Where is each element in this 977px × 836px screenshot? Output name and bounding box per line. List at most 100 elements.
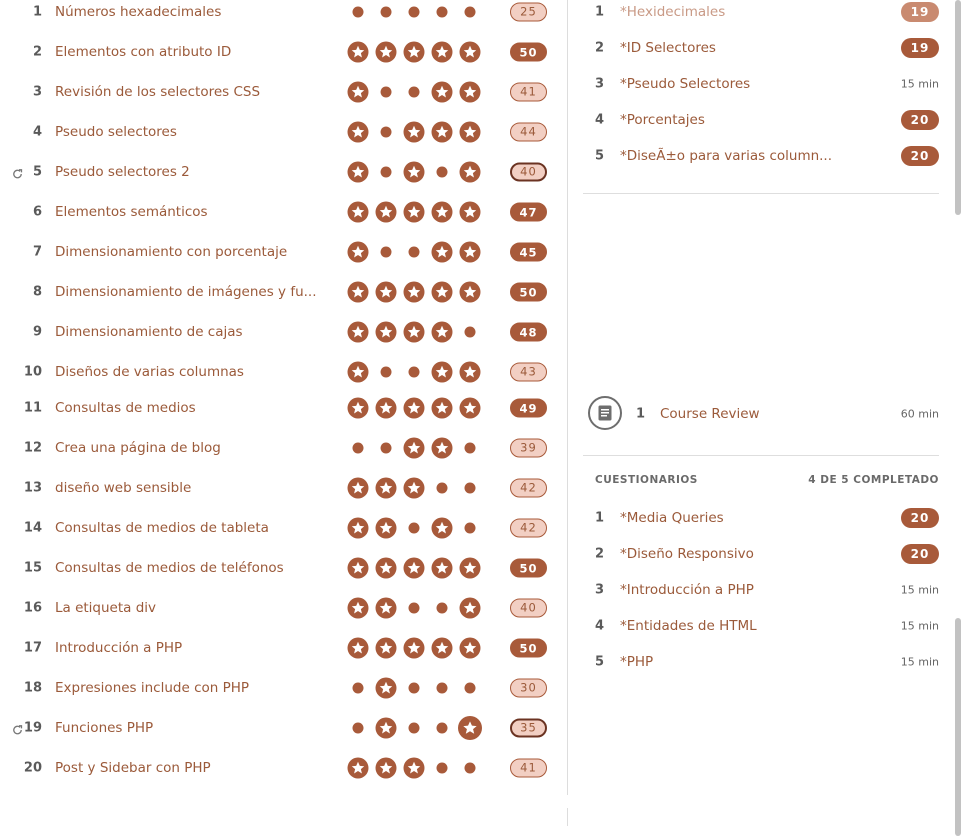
practice-title[interactable]: *Hexidecimales	[620, 4, 725, 20]
lesson-stars	[346, 80, 486, 104]
lesson-title[interactable]: Consultas de medios de teléfonos	[55, 560, 284, 576]
lesson-stars	[346, 120, 486, 144]
lesson-title[interactable]: Dimensionamiento de imágenes y fu...	[55, 284, 317, 300]
course-review-row[interactable]: 1 Course Review 60 min	[583, 396, 939, 432]
score-badge: 50	[510, 558, 547, 578]
practice-number: 4	[595, 112, 605, 128]
lesson-title[interactable]: Dimensionamiento con porcentaje	[55, 244, 287, 260]
star-icon	[458, 716, 482, 740]
lesson-title[interactable]: Elementos semánticos	[55, 204, 208, 220]
lesson-title[interactable]: Consultas de medios de tableta	[55, 520, 269, 536]
star-icon	[375, 477, 397, 499]
lesson-title[interactable]: Números hexadecimales	[55, 4, 221, 20]
practice-title[interactable]: *Pseudo Selectores	[620, 76, 750, 92]
empty-star-dot	[464, 682, 476, 694]
lesson-number: 18	[23, 680, 42, 696]
lesson-row[interactable]: 1 Números hexadecimales 25	[0, 0, 567, 32]
review-title[interactable]: Course Review	[660, 406, 760, 422]
lesson-title[interactable]: Pseudo selectores	[55, 124, 177, 140]
empty-star-dot	[464, 442, 476, 454]
star-icon	[375, 201, 397, 223]
quiz-row[interactable]: 3 *Introducción a PHP 15 min	[583, 572, 939, 608]
practice-score-badge: 19	[901, 38, 939, 58]
lesson-row[interactable]: 7 Dimensionamiento con porcentaje 45	[0, 232, 567, 272]
lesson-title[interactable]: Elementos con atributo ID	[55, 44, 231, 60]
lesson-row[interactable]: 14 Consultas de medios de tableta 42	[0, 508, 567, 548]
lesson-title[interactable]: Post y Sidebar con PHP	[55, 760, 211, 776]
practice-row[interactable]: 1 *Hexidecimales 19	[583, 0, 939, 30]
quiz-row[interactable]: 2 *Diseño Responsivo 20	[583, 536, 939, 572]
quiz-title[interactable]: *Introducción a PHP	[620, 582, 754, 598]
lesson-row[interactable]: 19 Funciones PHP 35	[0, 708, 567, 748]
lesson-title[interactable]: diseño web sensible	[55, 480, 191, 496]
practice-title[interactable]: *DiseÃ±o para varias column...	[620, 148, 832, 164]
lesson-title[interactable]: Introducción a PHP	[55, 640, 182, 656]
practice-score-badge: 19	[901, 2, 939, 22]
quiz-title[interactable]: *Entidades de HTML	[620, 618, 757, 634]
lesson-title[interactable]: Crea una página de blog	[55, 440, 221, 456]
star-icon	[431, 397, 453, 419]
star-icon	[459, 281, 481, 303]
lesson-row[interactable]: 9 Dimensionamiento de cajas 48	[0, 312, 567, 352]
lesson-stars	[346, 200, 486, 224]
score-badge: 45	[510, 242, 547, 262]
lesson-row[interactable]: 11 Consultas de medios 49	[0, 388, 567, 428]
lesson-number: 7	[32, 244, 42, 260]
lesson-row[interactable]: 20 Post y Sidebar con PHP 41	[0, 748, 567, 788]
lesson-title[interactable]: Consultas de medios	[55, 400, 196, 416]
practice-title[interactable]: *Porcentajes	[620, 112, 705, 128]
lesson-number: 11	[23, 400, 42, 416]
lesson-row[interactable]: 15 Consultas de medios de teléfonos 50	[0, 548, 567, 588]
lesson-title[interactable]: Funciones PHP	[55, 720, 153, 736]
retry-icon[interactable]	[11, 166, 24, 179]
quiz-score-badge: 20	[901, 508, 939, 528]
lesson-row[interactable]: 18 Expresiones include con PHP 30	[0, 668, 567, 708]
star-icon	[375, 597, 397, 619]
star-icon	[375, 717, 397, 739]
quiz-title[interactable]: *Diseño Responsivo	[620, 546, 754, 562]
lesson-row[interactable]: 16 La etiqueta div 40	[0, 588, 567, 628]
star-icon	[347, 161, 369, 183]
lesson-title[interactable]: Pseudo selectores 2	[55, 164, 190, 180]
lesson-number: 16	[23, 600, 42, 616]
lesson-title[interactable]: Dimensionamiento de cajas	[55, 324, 243, 340]
lesson-row[interactable]: 2 Elementos con atributo ID 50	[0, 32, 567, 72]
scrollbar-thumb-bottom[interactable]	[955, 618, 961, 836]
practice-row[interactable]: 3 *Pseudo Selectores 15 min	[583, 66, 939, 102]
lesson-row[interactable]: 8 Dimensionamiento de imágenes y fu... 50	[0, 272, 567, 312]
retry-icon[interactable]	[11, 722, 24, 735]
lesson-title[interactable]: La etiqueta div	[55, 600, 156, 616]
quiz-row[interactable]: 4 *Entidades de HTML 15 min	[583, 608, 939, 644]
quiz-title[interactable]: *Media Queries	[620, 510, 724, 526]
lesson-row[interactable]: 17 Introducción a PHP 50	[0, 628, 567, 668]
practice-row[interactable]: 2 *ID Selectores 19	[583, 30, 939, 66]
star-icon	[375, 397, 397, 419]
practice-score-badge: 20	[901, 110, 939, 130]
lesson-title[interactable]: Expresiones include con PHP	[55, 680, 249, 696]
score-badge: 44	[510, 122, 547, 142]
lesson-title[interactable]: Revisión de los selectores CSS	[55, 84, 260, 100]
empty-star-dot	[464, 482, 476, 494]
lesson-row[interactable]: 13 diseño web sensible 42	[0, 468, 567, 508]
quiz-row[interactable]: 5 *PHP 15 min	[583, 644, 939, 680]
empty-star-dot	[408, 722, 420, 734]
empty-star-dot	[464, 326, 476, 338]
lesson-row[interactable]: 3 Revisión de los selectores CSS 41	[0, 72, 567, 112]
lesson-row[interactable]: 4 Pseudo selectores 44	[0, 112, 567, 152]
lesson-row[interactable]: 6 Elementos semánticos 47	[0, 192, 567, 232]
quiz-row[interactable]: 1 *Media Queries 20	[583, 500, 939, 536]
star-icon	[459, 41, 481, 63]
practice-row[interactable]: 4 *Porcentajes 20	[583, 102, 939, 138]
lesson-stars	[346, 676, 486, 700]
scrollbar-thumb-top[interactable]	[955, 0, 961, 215]
practice-row[interactable]: 5 *DiseÃ±o para varias column... 20	[583, 138, 939, 174]
lesson-stars	[346, 320, 486, 344]
star-icon	[347, 557, 369, 579]
lesson-row[interactable]: 12 Crea una página de blog 39	[0, 428, 567, 468]
score-badge: 50	[510, 42, 547, 62]
lesson-row[interactable]: 10 Diseños de varias columnas 43	[0, 352, 567, 392]
lesson-title[interactable]: Diseños de varias columnas	[55, 364, 244, 380]
practice-title[interactable]: *ID Selectores	[620, 40, 716, 56]
lesson-row[interactable]: 5 Pseudo selectores 2 40	[0, 152, 567, 192]
quiz-title[interactable]: *PHP	[620, 654, 653, 670]
